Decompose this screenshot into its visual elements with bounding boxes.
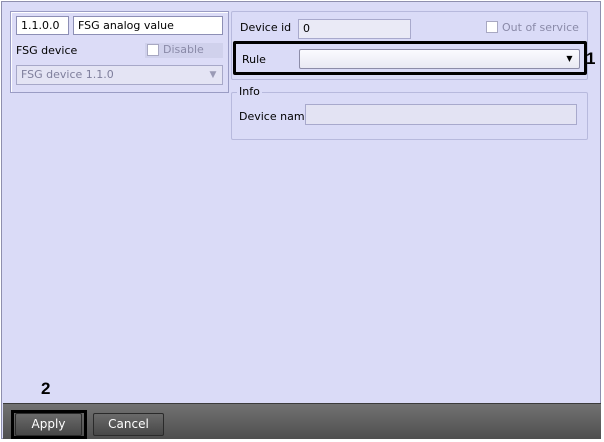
annotation-marker-1: 1 xyxy=(586,49,596,68)
device-id-label: Device id xyxy=(240,21,292,34)
chevron-down-icon[interactable]: ▼ xyxy=(205,67,221,84)
object-id-field[interactable]: 1.1.0.0 xyxy=(16,16,69,35)
annotation-marker-2: 2 xyxy=(41,379,51,398)
parent-device-label: FSG device xyxy=(16,44,78,57)
info-group-caption: Info xyxy=(237,85,262,99)
out-of-service-label: Out of service xyxy=(502,21,579,34)
object-panel: 1.1.0.0 FSG analog value FSG device Disa… xyxy=(10,11,229,93)
parent-device-select[interactable]: FSG device 1.1.0 ▼ xyxy=(16,65,223,85)
disable-checkbox-row[interactable]: Disable xyxy=(145,43,223,58)
parent-device-value: FSG device 1.1.0 xyxy=(21,68,114,81)
settings-window: 1.1.0.0 FSG analog value FSG device Disa… xyxy=(1,1,601,439)
chevron-down-icon[interactable]: ▼ xyxy=(562,51,577,67)
bottom-toolbar: Apply Cancel xyxy=(3,403,601,439)
disable-label: Disable xyxy=(163,43,204,56)
cancel-button[interactable]: Cancel xyxy=(93,413,164,436)
device-name-label: Device name xyxy=(239,110,312,123)
device-id-field[interactable]: 0 xyxy=(298,19,411,39)
rule-label: Rule xyxy=(242,53,266,66)
rule-select[interactable]: ▼ xyxy=(299,49,580,69)
apply-button[interactable]: Apply xyxy=(15,413,82,436)
object-name-field[interactable]: FSG analog value xyxy=(73,16,223,35)
disable-checkbox-icon[interactable] xyxy=(147,44,159,56)
out-of-service-checkbox-icon[interactable] xyxy=(486,21,498,33)
device-name-field[interactable] xyxy=(305,104,577,125)
